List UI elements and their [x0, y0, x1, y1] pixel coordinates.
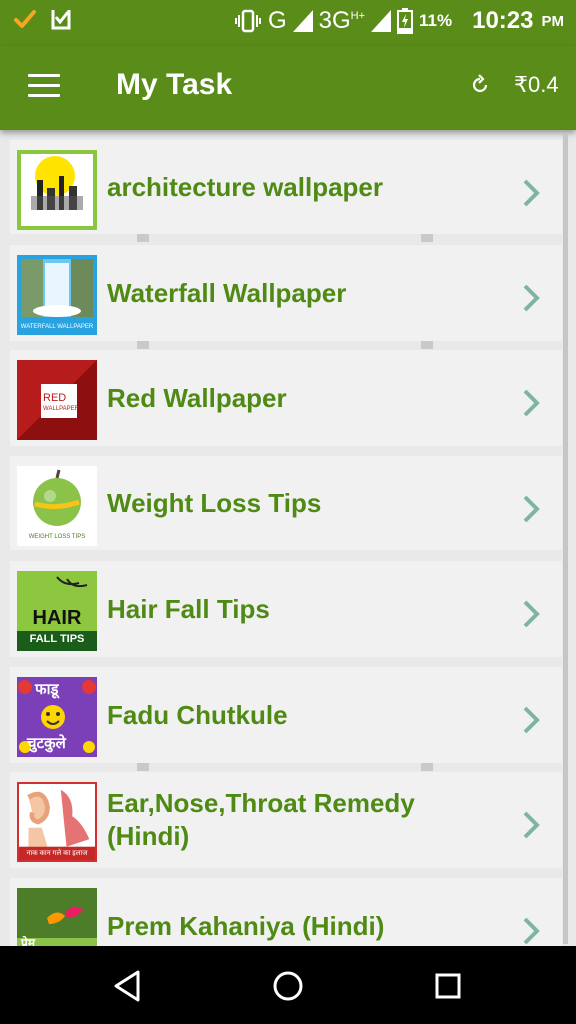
app-toolbar: My Task ₹0.4	[0, 46, 576, 130]
task-thumbnail: फाडू चुटकुले	[17, 677, 97, 757]
vibrate-icon	[234, 9, 261, 33]
chevron-right-icon	[523, 811, 540, 839]
network-3g-label: 3GH+	[318, 7, 366, 34]
chevron-right-icon	[523, 389, 540, 417]
chevron-right-icon	[523, 600, 540, 628]
task-label: Fadu Chutkule	[107, 699, 288, 730]
clock-time: 10:23	[472, 7, 534, 34]
check-notification-icon	[14, 10, 36, 28]
thumb-caption: WATERFALL WALLPAPER	[20, 324, 94, 330]
battery-charging-icon	[397, 8, 414, 34]
task-thumbnail: ARCHITECTURE WALLPAPER	[17, 150, 97, 230]
task-label: Red Wallpaper	[107, 382, 287, 413]
list-item[interactable]: नाक कान गले का इलाज Ear,Nose,Throat Reme…	[10, 772, 562, 868]
thumb-caption: HAIR	[32, 607, 82, 629]
scrollbar[interactable]	[563, 134, 568, 944]
list-item[interactable]: WATERFALL WALLPAPER Waterfall Wallpaper	[10, 245, 562, 341]
clock-ampm: PM	[541, 12, 565, 30]
chevron-right-icon	[523, 917, 540, 945]
wallet-balance: ₹0.4	[514, 72, 559, 97]
divider	[137, 341, 149, 349]
thumb-caption-2: WALLPAPER	[43, 406, 80, 412]
list-item[interactable]: फाडू चुटकुले Fadu Chutkule	[10, 667, 562, 763]
divider	[137, 234, 149, 242]
divider	[137, 763, 149, 771]
list-item[interactable]: RED WALLPAPER Red Wallpaper	[10, 350, 562, 446]
divider	[421, 234, 433, 242]
divider	[421, 341, 433, 349]
chevron-right-icon	[523, 179, 540, 207]
task-label: Ear,Nose,Throat Remedy (Hindi)	[107, 788, 415, 851]
signal-icon-2	[371, 10, 392, 32]
chevron-right-icon	[523, 284, 540, 312]
thumb-caption: WEIGHT LOSS TIPS	[28, 534, 86, 540]
page-title: My Task	[116, 68, 233, 101]
thumb-caption-2: FALL TIPS	[29, 633, 85, 645]
task-notification-icon	[51, 10, 71, 30]
back-icon[interactable]	[108, 968, 148, 1004]
signal-icon	[292, 10, 313, 32]
thumb-caption: ARCHITECTURE WALLPAPER	[33, 214, 81, 226]
thumb-caption: नाक कान गले का इलाज	[26, 850, 88, 857]
battery-percent: 11%	[419, 11, 453, 30]
list-item[interactable]: ARCHITECTURE WALLPAPER architecture wall…	[10, 140, 562, 234]
chevron-right-icon	[523, 495, 540, 523]
task-thumbnail: प्रेम	[17, 888, 97, 946]
system-nav-bar	[0, 946, 576, 1024]
refresh-icon[interactable]	[468, 73, 492, 97]
thumb-caption: फाडू	[35, 681, 59, 698]
thumb-caption: प्रेम	[21, 936, 36, 946]
waterfall-thumb-icon	[21, 259, 93, 317]
list-item[interactable]: WEIGHT LOSS TIPS Weight Loss Tips	[10, 456, 562, 550]
list-item[interactable]: HAIR FALL TIPS Hair Fall Tips	[10, 561, 562, 657]
task-label: Prem Kahaniya (Hindi)	[107, 910, 385, 941]
home-icon[interactable]	[268, 968, 308, 1004]
thumb-caption: RED	[43, 392, 67, 404]
task-thumbnail: RED WALLPAPER	[17, 360, 97, 440]
divider	[421, 763, 433, 771]
task-list: ARCHITECTURE WALLPAPER architecture wall…	[0, 134, 576, 946]
recents-icon[interactable]	[428, 968, 468, 1004]
network-type-label: G	[267, 7, 287, 34]
task-label: architecture wallpaper	[107, 171, 383, 202]
task-thumbnail: नाक कान गले का इलाज	[17, 782, 97, 862]
task-label: Hair Fall Tips	[107, 593, 270, 624]
task-thumbnail: WATERFALL WALLPAPER	[17, 255, 97, 335]
task-thumbnail: HAIR FALL TIPS	[17, 571, 97, 651]
task-label: Weight Loss Tips	[107, 487, 322, 518]
menu-icon[interactable]	[26, 72, 62, 102]
thumb-caption-2: चुटकुले	[27, 735, 66, 752]
chevron-right-icon	[523, 706, 540, 734]
list-item[interactable]: प्रेम Prem Kahaniya (Hindi)	[10, 878, 562, 946]
task-label: Waterfall Wallpaper	[107, 277, 347, 308]
status-bar: G 3GH+ 11% 10:23 PM	[0, 0, 576, 46]
task-thumbnail: WEIGHT LOSS TIPS	[17, 466, 97, 546]
